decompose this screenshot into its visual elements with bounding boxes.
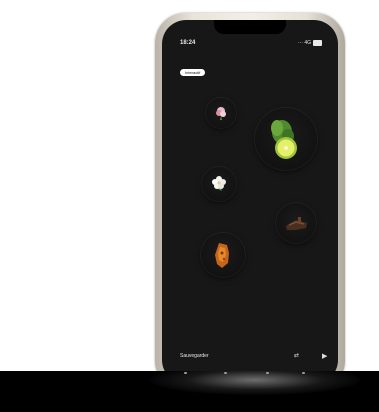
plate-chocolate[interactable] [276, 203, 316, 243]
caramel-crisp-icon [215, 243, 229, 268]
flower-bud-icon [216, 107, 226, 120]
plate-flower-bud[interactable] [206, 98, 236, 128]
plate-lime[interactable] [255, 108, 317, 170]
shuffle-icon[interactable]: ⇄ [294, 352, 299, 359]
plate-jasmine[interactable] [202, 167, 236, 201]
bottom-bar: Sauvegarder ⇄ ▶ [162, 353, 338, 365]
notch [214, 20, 286, 34]
mode-pill[interactable]: Interactif [180, 69, 206, 76]
lime-with-leaves-icon [271, 120, 297, 159]
chocolate-icon [286, 217, 307, 230]
status-time: 18:24 [180, 40, 196, 46]
status-icons: ··· 4G [298, 40, 322, 46]
dock-dots [184, 372, 324, 376]
play-icon[interactable]: ▶ [322, 352, 327, 360]
phone-frame: 18:24 ··· 4G Interactif Sauvegarder ⇄ ▶ [155, 13, 345, 391]
phone-screen: 18:24 ··· 4G Interactif Sauvegarder ⇄ ▶ [162, 20, 338, 384]
signal-icon: ··· 4G [297, 40, 311, 46]
jasmine-flower-icon [212, 176, 226, 191]
plate-caramel[interactable] [201, 233, 245, 277]
save-button[interactable]: Sauvegarder [180, 353, 209, 359]
bottom-black-band [0, 371, 379, 412]
battery-icon [313, 40, 322, 46]
